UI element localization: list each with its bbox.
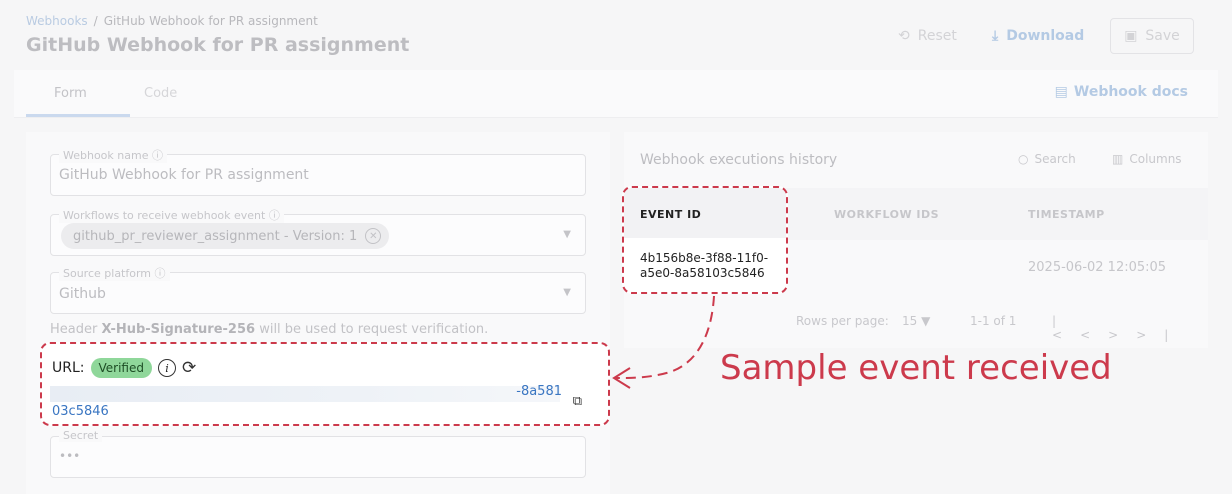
annotation-label: Sample event received bbox=[720, 348, 1112, 388]
annotation-arrow bbox=[612, 295, 715, 389]
